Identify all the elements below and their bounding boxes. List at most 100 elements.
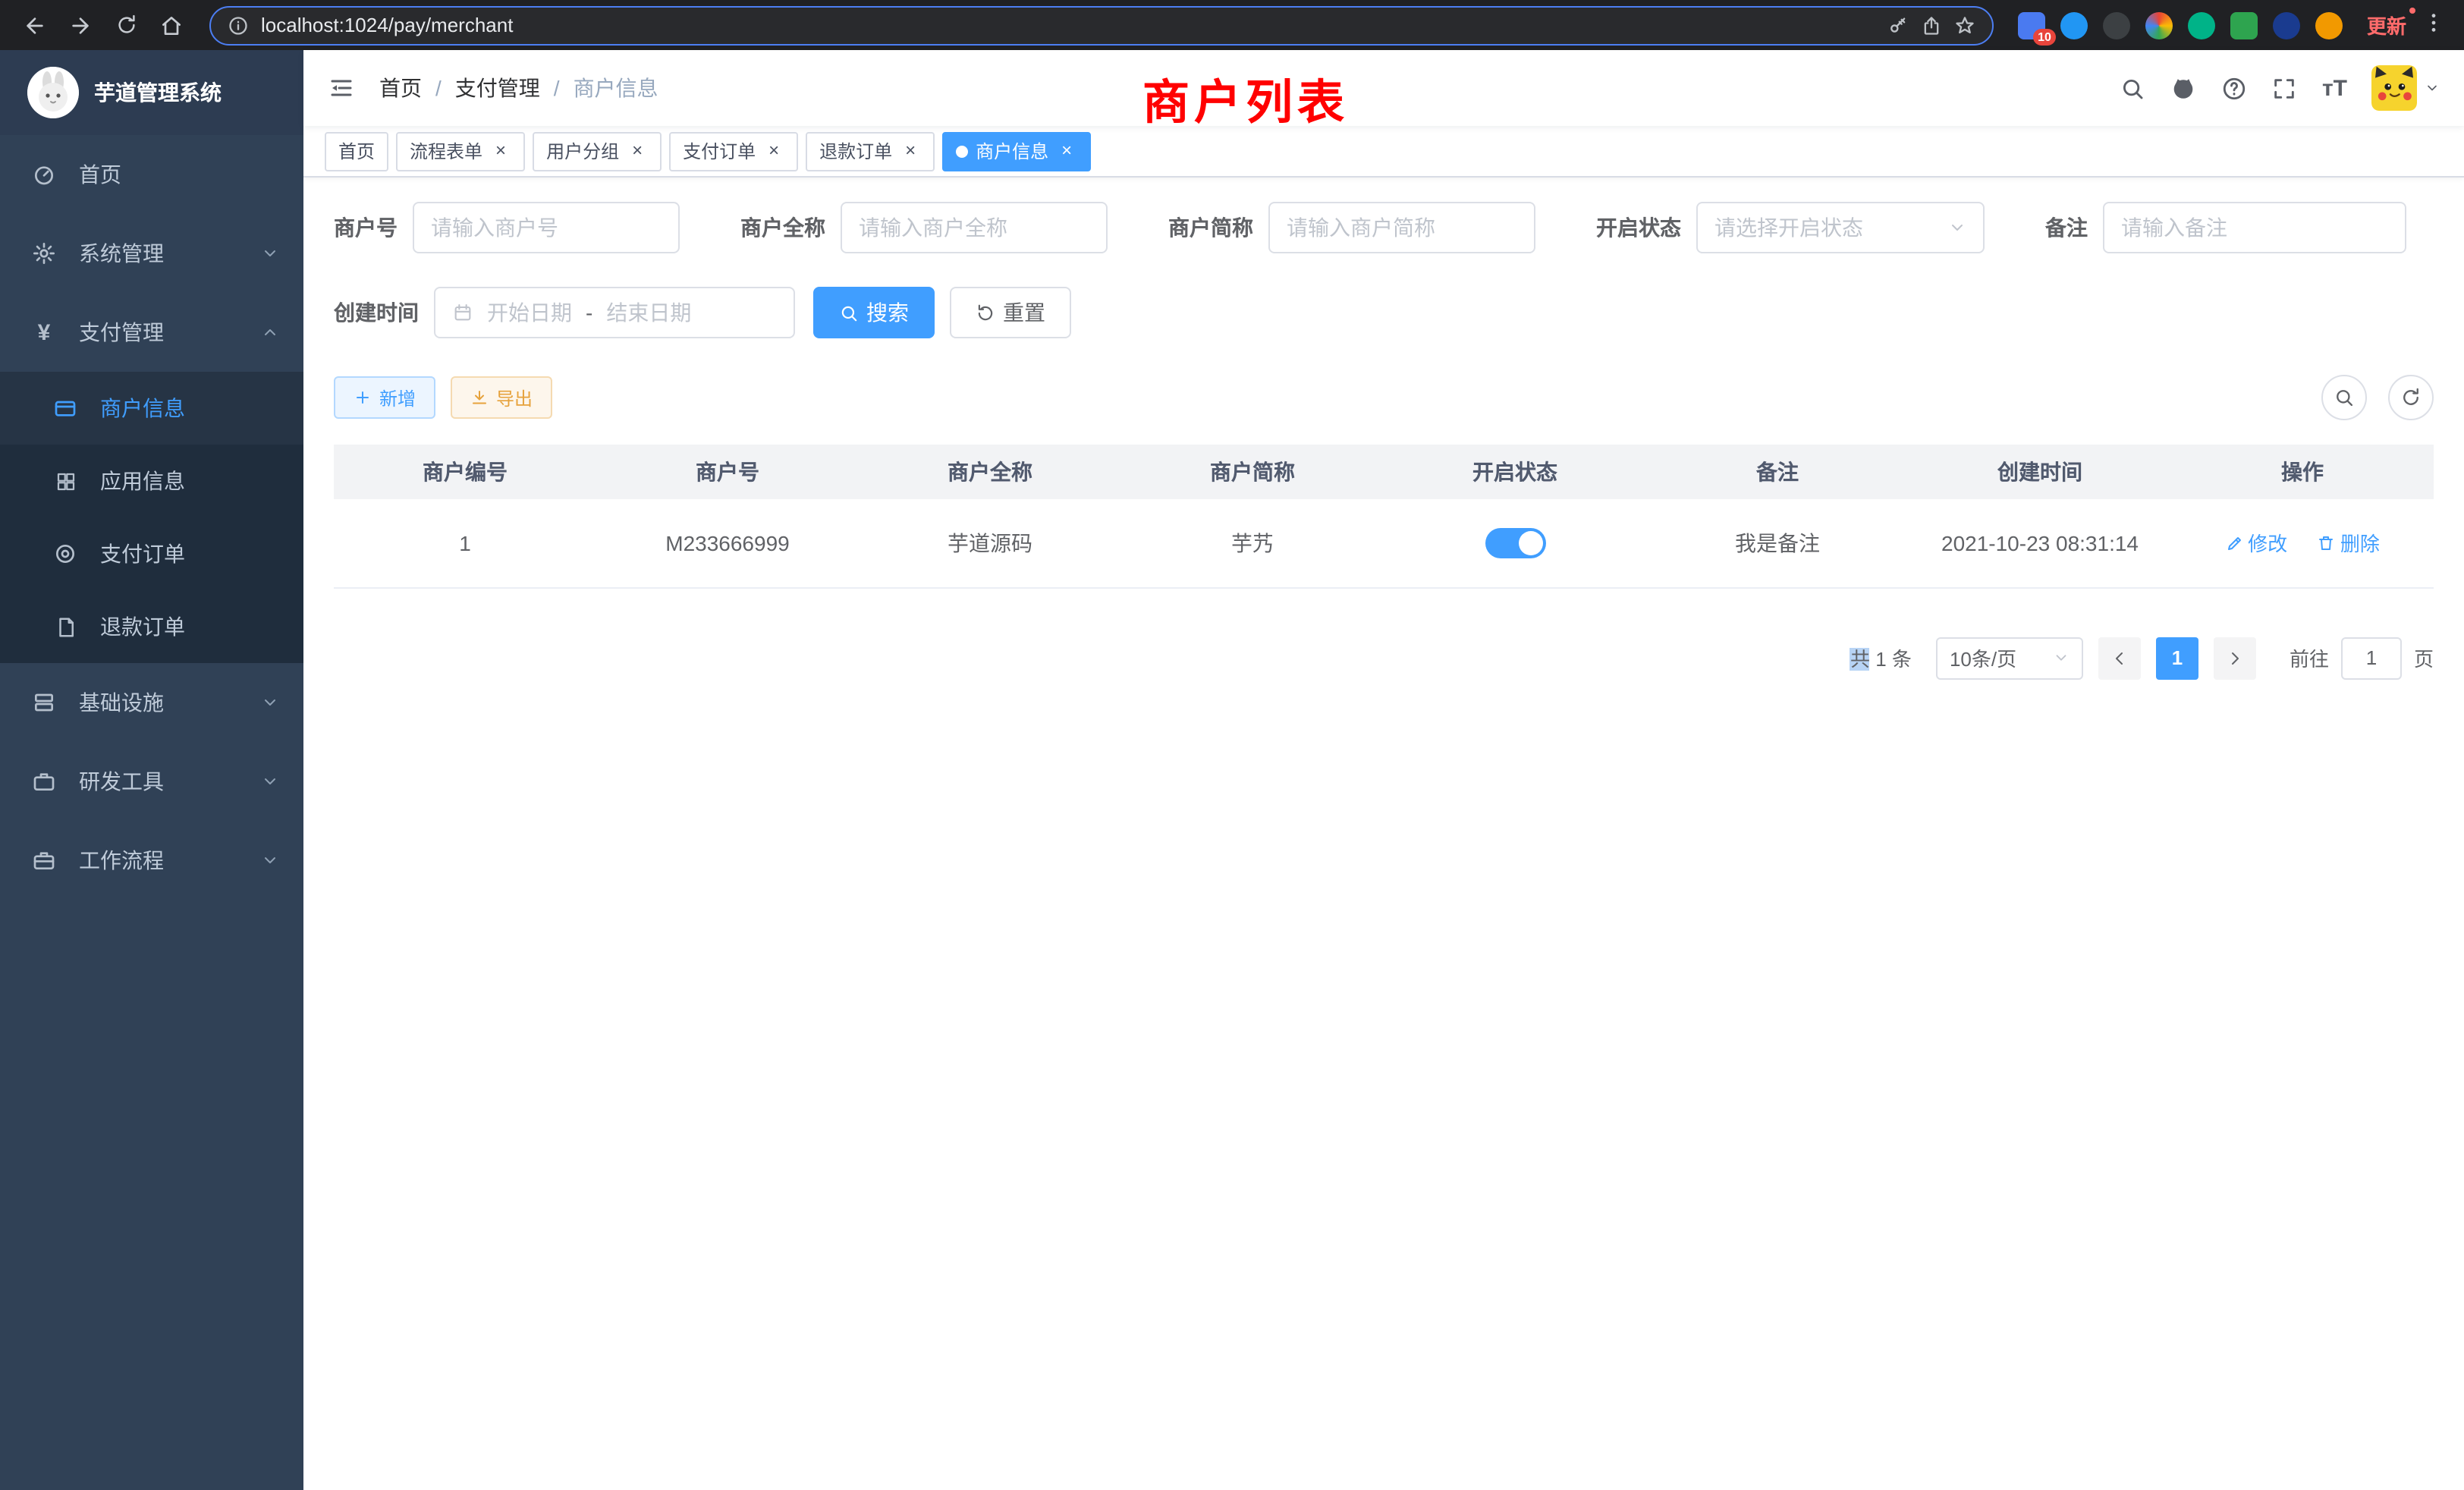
tab-refund-orders[interactable]: 退款订单 × [806,131,935,171]
pagination: 共 1 条 10条/页 1 [334,637,2434,679]
goto-page-input[interactable] [2341,637,2402,679]
star-icon[interactable] [1954,14,1975,36]
export-button[interactable]: 导出 [451,376,552,419]
close-icon[interactable]: × [900,140,921,162]
sidebar-item-pay-orders[interactable]: 支付订单 [0,517,303,590]
ext-pinwheel-icon[interactable] [2273,11,2300,39]
close-icon[interactable]: × [763,140,784,162]
chevron-down-icon [261,244,279,262]
tab-label: 商户信息 [976,138,1048,164]
ext-blue-grid-icon[interactable]: 10 [2018,11,2045,39]
user-avatar[interactable] [2371,65,2417,111]
page-size-value: 10条/页 [1950,643,2016,672]
sidebar-item-workflow[interactable]: 工作流程 [0,821,303,900]
sidebar-item-label: 首页 [79,159,121,190]
tab-process-form[interactable]: 流程表单 × [396,131,525,171]
ext-orange-icon[interactable] [2315,11,2343,39]
reload-icon[interactable] [106,5,146,45]
font-size-icon[interactable]: тT [2322,77,2347,99]
browser-update-label: 更新 [2367,15,2406,38]
reset-button[interactable]: 重置 [950,287,1071,338]
delete-link[interactable]: 删除 [2318,529,2380,558]
ext-water-drop-icon[interactable] [2060,11,2088,39]
sidebar-item-infrastructure[interactable]: 基础设施 [0,663,303,742]
url-text[interactable]: localhost:1024/pay/merchant [261,14,1875,36]
search-icon[interactable] [2120,75,2146,101]
status-select[interactable]: 请选择开启状态 [1696,202,1985,253]
refresh-table-button[interactable] [2388,375,2434,420]
ext-colorful-icon[interactable] [2145,11,2173,39]
sidebar-item-home[interactable]: 首页 [0,135,303,214]
question-icon[interactable] [2222,75,2248,101]
date-start-placeholder[interactable]: 开始日期 [487,297,572,328]
cell-actions: 修改 删除 [2171,499,2434,587]
merchant-no-input[interactable] [413,202,680,253]
next-page-button[interactable] [2214,637,2256,679]
tab-home[interactable]: 首页 [325,131,388,171]
extension-badge: 10 [2033,28,2056,45]
ext-green-circle-icon[interactable] [2188,11,2215,39]
col-short-name: 商户简称 [1121,445,1384,499]
fullscreen-icon[interactable] [2272,75,2298,101]
field-label: 商户全称 [740,212,825,243]
tab-label: 用户分组 [546,138,619,164]
prev-page-button[interactable] [2098,637,2141,679]
sidebar-item-app-info[interactable]: 应用信息 [0,445,303,517]
sidebar-item-refund-orders[interactable]: 退款订单 [0,590,303,663]
browser-update-button[interactable]: 更新 [2355,11,2418,39]
browser-toolbar: localhost:1024/pay/merchant 10 更 [0,0,2464,50]
yen-icon: ¥ [30,319,58,345]
screen: localhost:1024/pay/merchant 10 更 [0,0,2464,1490]
forward-icon[interactable] [61,5,100,45]
export-button-label: 导出 [496,385,533,410]
tab-user-group[interactable]: 用户分组 × [533,131,662,171]
add-button[interactable]: 新增 [334,376,435,419]
sidebar-item-label: 工作流程 [79,845,164,875]
share-icon[interactable] [1921,14,1942,36]
breadcrumb: 首页 / 支付管理 / 商户信息 [379,73,658,103]
info-icon[interactable] [228,14,249,36]
page-content: 商户号 商户全称 商户简称 开启状态 请选择开启状态 [303,178,2464,1490]
edit-link[interactable]: 修改 [2225,529,2287,558]
short-name-input[interactable] [1268,202,1535,253]
github-icon[interactable] [2170,74,2198,102]
close-icon[interactable]: × [627,140,648,162]
tab-merchant-info[interactable]: 商户信息 × [942,131,1091,171]
table-row: 1 M233666999 芋道源码 芋艿 我是备注 2021-10-23 08:… [334,499,2434,587]
page-1-button[interactable]: 1 [2156,637,2198,679]
hide-search-button[interactable] [2321,375,2367,420]
sidebar-item-system[interactable]: 系统管理 [0,214,303,293]
status-toggle[interactable] [1485,528,1545,558]
search-button[interactable]: 搜索 [813,287,935,338]
back-icon[interactable] [15,5,55,45]
tab-pay-orders[interactable]: 支付订单 × [669,131,798,171]
app-logo[interactable]: 芋道管理系统 [0,50,303,135]
search-button-label: 搜索 [866,297,909,328]
field-label: 开启状态 [1596,212,1681,243]
remark-input[interactable] [2103,202,2406,253]
delete-link-label: 删除 [2340,529,2380,558]
sidebar-item-merchant-info[interactable]: 商户信息 [0,372,303,445]
sidebar-item-dev-tools[interactable]: 研发工具 [0,742,303,821]
breadcrumb-home[interactable]: 首页 [379,73,422,103]
hamburger-icon[interactable] [328,74,355,102]
kebab-menu-icon[interactable] [2418,11,2449,39]
key-icon[interactable] [1887,14,1909,36]
address-bar[interactable]: localhost:1024/pay/merchant [209,5,1994,45]
date-range-picker[interactable]: 开始日期 - 结束日期 [434,287,795,338]
cell-status [1384,499,1646,587]
sidebar-item-payment[interactable]: ¥ 支付管理 [0,293,303,372]
ext-green-square-icon[interactable] [2230,11,2258,39]
close-icon[interactable]: × [1056,140,1077,162]
ext-dark-circle-icon[interactable] [2103,11,2130,39]
user-menu[interactable] [2371,65,2440,111]
date-end-placeholder[interactable]: 结束日期 [606,297,691,328]
full-name-input[interactable] [841,202,1108,253]
home-icon[interactable] [152,5,191,45]
breadcrumb-payment[interactable]: 支付管理 [455,73,540,103]
select-placeholder: 请选择开启状态 [1714,212,1863,243]
close-icon[interactable]: × [490,140,511,162]
field-label: 商户简称 [1168,212,1253,243]
page-size-select[interactable]: 10条/页 [1936,637,2083,679]
edit-icon [2225,534,2243,552]
